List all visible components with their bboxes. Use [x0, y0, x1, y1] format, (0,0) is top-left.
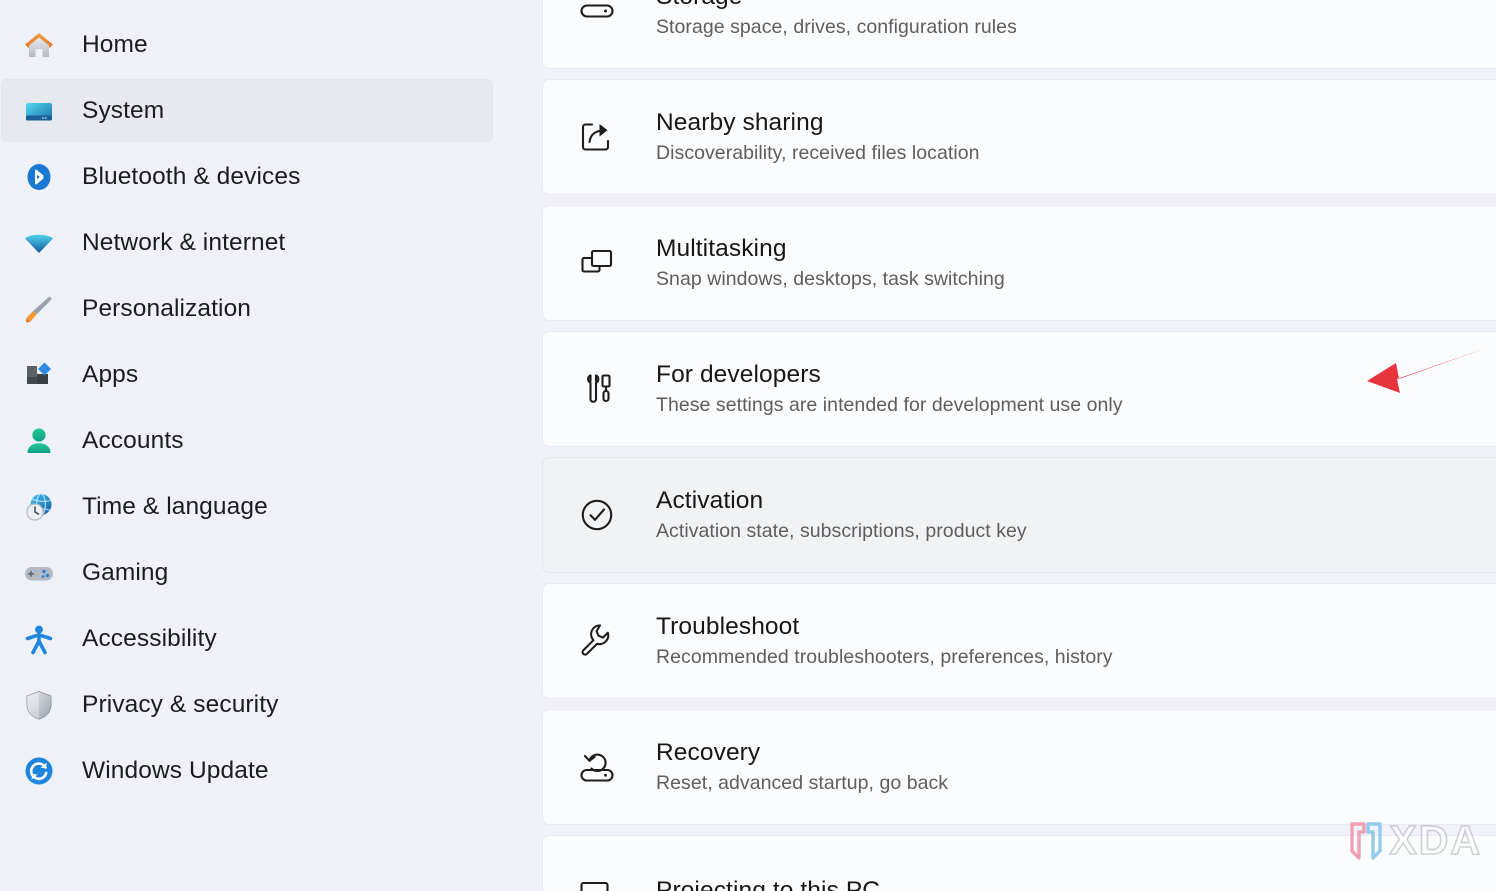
wrench-icon	[575, 619, 619, 663]
card-title: Recovery	[656, 739, 761, 766]
settings-card-troubleshoot[interactable]: Troubleshoot Recommended troubleshooters…	[542, 583, 1496, 699]
sidebar-item-label: Windows Update	[82, 756, 269, 784]
sidebar-item-accounts[interactable]: Accounts	[1, 409, 493, 472]
shield-icon	[19, 685, 59, 725]
sidebar-item-label: Home	[82, 30, 148, 58]
sidebar-item-network-internet[interactable]: Network & internet	[1, 211, 493, 274]
xda-watermark: XDA	[1348, 817, 1482, 863]
recovery-drive-icon	[575, 745, 619, 789]
settings-card-recovery[interactable]: Recovery Reset, advanced startup, go bac…	[542, 709, 1496, 825]
settings-card-nearby-sharing[interactable]: Nearby sharing Discoverability, received…	[542, 79, 1496, 195]
storage-drive-icon	[575, 0, 619, 33]
sidebar-item-label: System	[82, 96, 165, 124]
wifi-icon	[19, 223, 59, 263]
clock-globe-icon	[19, 487, 59, 527]
wrench-screwdriver-icon	[575, 367, 619, 411]
card-subtitle: Reset, advanced startup, go back	[656, 772, 949, 794]
sidebar-item-privacy-security[interactable]: Privacy & security	[1, 673, 493, 736]
sidebar-item-gaming[interactable]: Gaming	[1, 541, 493, 604]
accessibility-person-icon	[19, 619, 59, 659]
sidebar-item-label: Privacy & security	[82, 690, 279, 718]
card-title: Storage	[656, 0, 1017, 11]
sidebar-item-system[interactable]: System	[1, 79, 493, 142]
settings-card-for-developers[interactable]: For developers These settings are intend…	[542, 331, 1496, 447]
multitasking-windows-icon	[575, 241, 619, 285]
card-subtitle: Snap windows, desktops, task switching	[656, 268, 1005, 290]
card-title: Activation	[656, 487, 764, 514]
gamepad-icon	[19, 553, 59, 593]
paintbrush-icon	[19, 289, 59, 329]
check-circle-icon	[575, 493, 619, 537]
settings-content-area: Storage Storage space, drives, configura…	[541, 0, 1496, 891]
settings-card-list: Storage Storage space, drives, configura…	[542, 0, 1496, 891]
update-refresh-icon	[19, 751, 59, 791]
settings-window: Home System Bluetooth & devices Network …	[0, 0, 1496, 891]
settings-sidebar: Home System Bluetooth & devices Network …	[0, 0, 541, 891]
sidebar-item-label: Personalization	[82, 294, 252, 322]
card-title: For developers	[656, 361, 821, 388]
sidebar-item-accessibility[interactable]: Accessibility	[1, 607, 493, 670]
sidebar-item-label: Gaming	[82, 558, 169, 586]
bluetooth-icon	[19, 157, 59, 197]
sidebar-item-label: Network & internet	[82, 228, 286, 256]
person-icon	[19, 421, 59, 461]
card-title: Projecting to this PC	[656, 876, 881, 891]
settings-card-activation[interactable]: Activation Activation state, subscriptio…	[542, 457, 1496, 573]
settings-card-storage[interactable]: Storage Storage space, drives, configura…	[542, 0, 1496, 69]
xda-bracket-logo-icon	[1350, 821, 1383, 860]
settings-card-multitasking[interactable]: Multitasking Snap windows, desktops, tas…	[542, 205, 1496, 321]
sidebar-item-windows-update[interactable]: Windows Update	[1, 739, 493, 802]
card-title: Nearby sharing	[656, 109, 824, 136]
sidebar-item-home[interactable]: Home	[1, 13, 493, 76]
apps-grid-icon	[19, 355, 59, 395]
card-subtitle: Activation state, subscriptions, product…	[656, 520, 1027, 542]
card-subtitle: These settings are intended for developm…	[656, 394, 1123, 416]
sidebar-item-label: Apps	[82, 360, 139, 388]
card-subtitle: Discoverability, received files location	[656, 142, 980, 164]
system-monitor-icon	[19, 91, 59, 131]
sidebar-item-label: Bluetooth & devices	[82, 162, 301, 190]
home-icon	[19, 25, 59, 65]
card-title: Multitasking	[656, 235, 787, 262]
sidebar-item-label: Time & language	[82, 492, 268, 520]
share-icon	[575, 115, 619, 159]
card-title: Troubleshoot	[656, 613, 800, 640]
sidebar-item-personalization[interactable]: Personalization	[1, 277, 493, 340]
card-subtitle: Recommended troubleshooters, preferences…	[656, 646, 1113, 668]
projection-screen-icon	[575, 871, 619, 891]
sidebar-item-apps[interactable]: Apps	[1, 343, 493, 406]
sidebar-item-bluetooth-devices[interactable]: Bluetooth & devices	[1, 145, 493, 208]
card-subtitle: Storage space, drives, configuration rul…	[656, 16, 1017, 38]
sidebar-item-time-language[interactable]: Time & language	[1, 475, 493, 538]
sidebar-item-label: Accessibility	[82, 624, 217, 652]
xda-watermark-text: XDA	[1389, 817, 1482, 863]
sidebar-item-label: Accounts	[82, 426, 184, 454]
